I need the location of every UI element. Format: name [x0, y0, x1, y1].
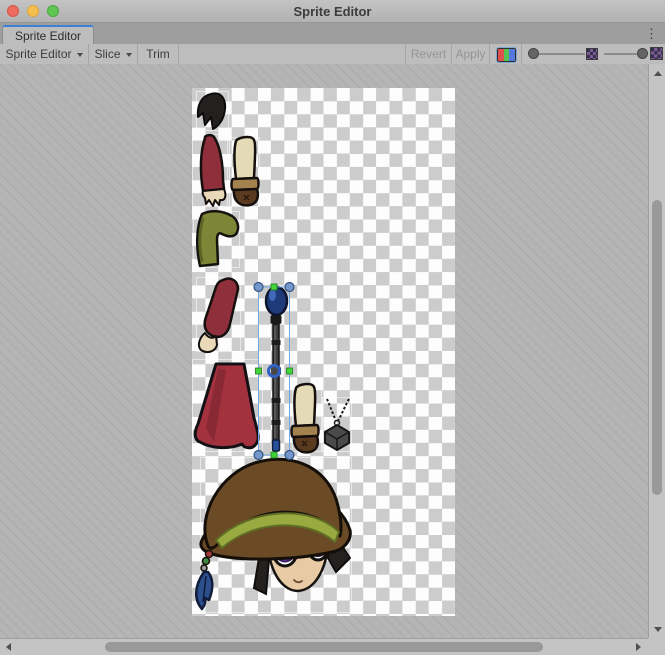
toolbar: Sprite Editor Slice Trim Revert Apply [0, 44, 665, 65]
sprite-witch-hat-head[interactable] [196, 459, 350, 609]
window-title: Sprite Editor [0, 4, 665, 19]
sprite-editor-mode-dropdown[interactable]: Sprite Editor [0, 44, 88, 64]
toolbar-separator [521, 44, 522, 64]
texture-mip-large-icon [650, 47, 663, 60]
toolbar-separator [178, 44, 179, 64]
apply-button[interactable]: Apply [452, 44, 489, 64]
scroll-left-arrow-icon[interactable] [6, 643, 11, 651]
sprite-cube-pendant[interactable] [325, 399, 349, 450]
horizontal-scrollbar-thumb[interactable] [105, 642, 543, 652]
zoom-button[interactable] [47, 5, 59, 17]
sprite-canvas[interactable] [0, 64, 648, 638]
slice-dropdown[interactable]: Slice [89, 44, 137, 64]
zoom-slider-knob[interactable] [528, 48, 539, 59]
scrollbar-corner [648, 638, 665, 655]
vertical-scrollbar[interactable] [648, 64, 665, 638]
chevron-down-icon [126, 53, 132, 57]
scroll-right-arrow-icon[interactable] [636, 643, 641, 651]
tab-bar: Sprite Editor ⋮ [0, 23, 665, 44]
mip-slider-knob[interactable] [637, 48, 648, 59]
sprite-boot[interactable] [232, 137, 259, 205]
zoom-slider-track[interactable] [533, 53, 585, 55]
kebab-menu-icon[interactable]: ⋮ [645, 25, 658, 42]
sprite-hair-tuft[interactable] [198, 93, 225, 129]
trim-button[interactable]: Trim [138, 44, 178, 64]
chevron-down-icon [77, 53, 83, 57]
sprite-editor-window: Sprite Editor Sprite Editor ⋮ Sprite Edi… [0, 0, 665, 655]
rgb-channels-icon[interactable] [497, 48, 516, 62]
sprite-red-arm-hand[interactable] [199, 279, 238, 352]
minimize-button[interactable] [27, 5, 39, 17]
texture-mip-small-icon [586, 48, 598, 60]
sprite-boot-2[interactable] [292, 384, 319, 452]
pivot-handle[interactable] [269, 366, 280, 377]
tab-label: Sprite Editor [15, 29, 81, 43]
close-button[interactable] [7, 5, 19, 17]
horizontal-scrollbar[interactable] [0, 638, 648, 655]
vertical-scrollbar-thumb[interactable] [652, 200, 662, 495]
sprite-sheet-texture[interactable] [192, 88, 455, 616]
sprite-green-sleeve[interactable] [197, 211, 238, 266]
scroll-up-arrow-icon[interactable] [654, 71, 662, 76]
sprite-red-sleeve-arm[interactable] [201, 135, 225, 206]
scroll-down-arrow-icon[interactable] [654, 627, 662, 632]
title-bar: Sprite Editor [0, 0, 665, 23]
revert-button[interactable]: Revert [406, 44, 451, 64]
tab-sprite-editor[interactable]: Sprite Editor [2, 25, 94, 44]
toolbar-separator [489, 44, 490, 64]
sprite-red-robe-skirt[interactable] [195, 364, 258, 448]
